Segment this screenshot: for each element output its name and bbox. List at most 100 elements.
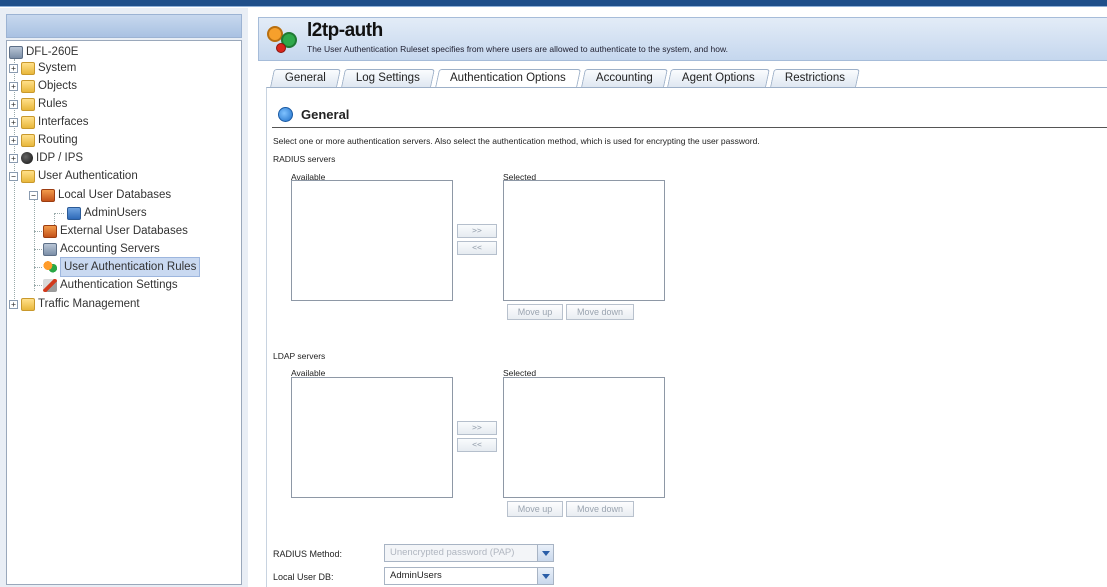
tree-item-label: Accounting Servers xyxy=(60,243,160,255)
tree-line xyxy=(34,267,42,268)
tree-item-accounting-servers[interactable]: Accounting Servers xyxy=(43,240,160,258)
radius-method-label: RADIUS Method: xyxy=(273,549,343,559)
tree-line xyxy=(54,213,64,214)
tools-icon xyxy=(43,278,57,292)
server-icon xyxy=(43,242,57,256)
tree-item-label: System xyxy=(38,62,77,74)
folder-icon xyxy=(21,61,35,75)
ldap-move-up-button[interactable]: Move up xyxy=(507,501,563,517)
radius-available-list[interactable] xyxy=(291,180,453,301)
ldap-move-down-button[interactable]: Move down xyxy=(566,501,634,517)
tree-item-label: Rules xyxy=(38,98,68,110)
folder-icon xyxy=(21,115,35,129)
tab-accounting[interactable]: Accounting xyxy=(580,69,668,87)
tree-item-objects[interactable]: + Objects xyxy=(9,77,77,95)
tree-item-label: Interfaces xyxy=(38,116,89,128)
expand-icon[interactable]: + xyxy=(9,99,18,109)
tab-authentication-options[interactable]: Authentication Options xyxy=(434,69,581,88)
tree-item-authentication-settings[interactable]: Authentication Settings xyxy=(43,276,178,294)
main-content: l2tp-auth The User Authentication Rulese… xyxy=(258,17,1107,587)
local-user-db-label: Local User DB: xyxy=(273,572,334,582)
folder-icon xyxy=(21,79,35,93)
tab-log-settings[interactable]: Log Settings xyxy=(341,69,435,87)
tree-item-local-user-databases[interactable]: − Local User Databases xyxy=(29,186,171,204)
tree-item-rules[interactable]: + Rules xyxy=(9,95,67,113)
tree-item-label: User Authentication xyxy=(38,170,138,182)
tab-bar: General Log Settings Authentication Opti… xyxy=(270,69,862,88)
tree-item-system[interactable]: + System xyxy=(9,59,76,77)
ldap-servers-label: LDAP servers xyxy=(273,351,326,361)
radius-method-value: Unencrypted password (PAP) xyxy=(390,547,515,558)
tab-restrictions[interactable]: Restrictions xyxy=(770,69,861,87)
tree-item-external-user-databases[interactable]: External User Databases xyxy=(43,222,188,240)
page-title: l2tp-auth xyxy=(307,20,383,41)
tree-item-label: External User Databases xyxy=(60,225,188,237)
tab-general[interactable]: General xyxy=(270,69,341,87)
user-auth-rules-icon xyxy=(267,24,301,54)
radius-add-button[interactable]: >> xyxy=(457,224,497,238)
radius-move-down-button[interactable]: Move down xyxy=(566,304,634,320)
ldap-available-list[interactable] xyxy=(291,377,453,498)
tree-item-user-authentication-rules[interactable]: User Authentication Rules xyxy=(43,257,201,277)
tree-line xyxy=(34,195,35,291)
tree-item-adminusers[interactable]: AdminUsers xyxy=(67,204,147,222)
expand-icon[interactable]: + xyxy=(9,117,18,127)
radius-remove-button[interactable]: << xyxy=(457,241,497,255)
ldap-selected-list[interactable] xyxy=(503,377,665,498)
user-database-icon xyxy=(67,206,81,220)
tree-item-label: IDP / IPS xyxy=(36,152,84,164)
database-icon xyxy=(43,224,57,238)
collapse-icon[interactable]: − xyxy=(29,190,38,200)
folder-icon xyxy=(21,297,35,311)
tree-line xyxy=(34,231,42,232)
instructions-text: Select one or more authentication server… xyxy=(273,136,760,146)
tab-agent-options[interactable]: Agent Options xyxy=(667,69,771,87)
tree-item-interfaces[interactable]: + Interfaces xyxy=(9,113,89,131)
chevron-down-icon[interactable] xyxy=(537,568,553,584)
chevron-down-icon[interactable] xyxy=(537,545,553,561)
expand-icon[interactable]: + xyxy=(9,63,18,73)
device-icon xyxy=(9,45,23,59)
section-header: General xyxy=(278,107,349,122)
radius-selected-list[interactable] xyxy=(503,180,665,301)
top-bar xyxy=(0,0,1107,7)
expand-icon[interactable]: + xyxy=(9,81,18,91)
tree-line xyxy=(34,249,42,250)
tree-line xyxy=(34,285,42,286)
folder-icon xyxy=(21,169,35,183)
local-user-db-value: AdminUsers xyxy=(390,570,442,581)
page-description: The User Authentication Ruleset specifie… xyxy=(307,44,728,54)
tree-item-label: Objects xyxy=(38,80,77,92)
folder-icon xyxy=(21,133,35,147)
expand-icon[interactable]: + xyxy=(9,153,18,163)
tree-item-routing[interactable]: + Routing xyxy=(9,131,78,149)
navigation-tree: DFL-260E + System + Objects + Rules + In… xyxy=(6,40,242,585)
tree-item-label: Routing xyxy=(38,134,78,146)
collapse-icon[interactable]: − xyxy=(9,171,18,181)
ldap-add-button[interactable]: >> xyxy=(457,421,497,435)
section-divider xyxy=(272,127,1107,128)
tree-item-label: Local User Databases xyxy=(58,189,172,201)
sidebar-panel: DFL-260E + System + Objects + Rules + In… xyxy=(0,8,248,587)
radius-servers-label: RADIUS servers xyxy=(273,154,336,164)
radius-method-select[interactable]: Unencrypted password (PAP) xyxy=(384,544,554,562)
info-arrow-icon xyxy=(278,107,293,122)
tree-item-label-selected: User Authentication Rules xyxy=(60,257,201,277)
folder-icon xyxy=(21,97,35,111)
expand-icon[interactable]: + xyxy=(9,299,18,309)
tree-item-user-authentication[interactable]: − User Authentication xyxy=(9,167,138,185)
people-icon xyxy=(43,260,57,274)
expand-icon[interactable]: + xyxy=(9,135,18,145)
sidebar-header xyxy=(6,14,242,38)
radius-move-up-button[interactable]: Move up xyxy=(507,304,563,320)
local-user-db-select[interactable]: AdminUsers xyxy=(384,567,554,585)
page-header: l2tp-auth The User Authentication Rulese… xyxy=(258,17,1107,61)
tree-item-label: Authentication Settings xyxy=(60,279,178,291)
tree-item-label: Traffic Management xyxy=(38,298,140,310)
database-icon xyxy=(41,188,55,202)
section-title: General xyxy=(301,107,350,122)
ldap-remove-button[interactable]: << xyxy=(457,438,497,452)
tree-item-traffic-management[interactable]: + Traffic Management xyxy=(9,295,140,313)
idp-icon xyxy=(21,152,33,164)
tree-item-idp-ips[interactable]: + IDP / IPS xyxy=(9,149,83,167)
